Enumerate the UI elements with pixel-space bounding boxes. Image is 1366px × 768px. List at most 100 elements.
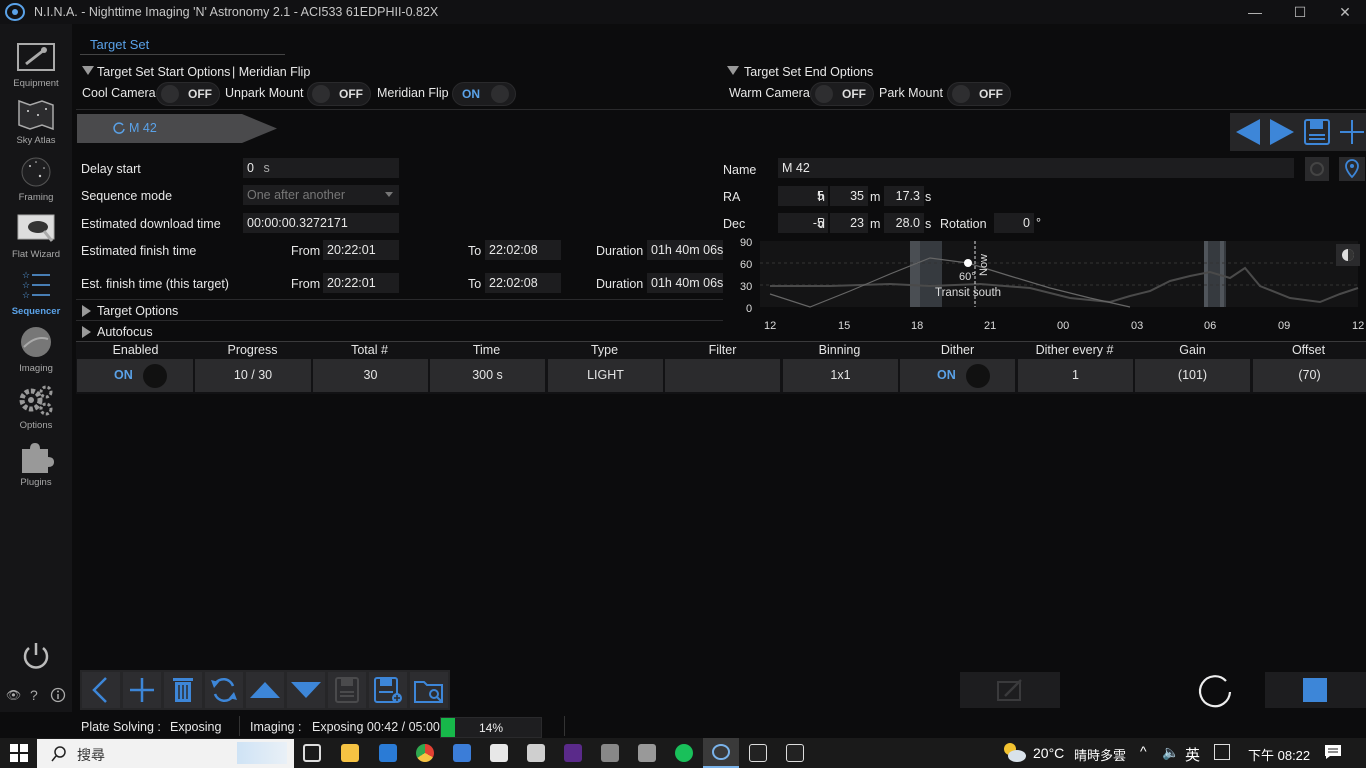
x-tick: 06	[1204, 320, 1216, 332]
eye-icon[interactable]: 👁	[6, 688, 21, 702]
stop-sequence-button[interactable]	[1265, 672, 1366, 708]
app-icon[interactable]	[490, 744, 508, 762]
park-mount-toggle[interactable]: OFF	[947, 82, 1011, 106]
table-cell-type[interactable]: LIGHT	[548, 359, 663, 392]
table-cell-offset[interactable]: (70)	[1253, 359, 1366, 392]
table-cell-enabled[interactable]: ON	[77, 359, 193, 392]
collapse-triangle-icon[interactable]	[82, 66, 94, 75]
sequence-mode-select[interactable]: One after another	[243, 185, 399, 205]
previous-target-button[interactable]	[1234, 117, 1262, 147]
expand-triangle-icon[interactable]	[82, 305, 91, 317]
sidebar-item-plugins[interactable]: Plugins	[0, 435, 72, 491]
dec-seconds-input[interactable]: 28.0	[884, 213, 924, 233]
maximize-button[interactable]: ☐	[1277, 0, 1323, 24]
collapse-triangle-icon[interactable]	[727, 66, 739, 75]
table-cell-gain[interactable]: (101)	[1135, 359, 1250, 392]
back-button[interactable]	[82, 672, 120, 708]
sidebar-item-framing[interactable]: Framing	[0, 150, 72, 206]
close-button[interactable]: ✕	[1322, 0, 1366, 24]
table-cell-dither[interactable]: ON	[900, 359, 1015, 392]
search-highlight-image	[237, 742, 287, 764]
dec-label: Dec	[723, 217, 746, 231]
table-cell-dither-every[interactable]: 1	[1018, 359, 1133, 392]
move-up-button[interactable]	[246, 672, 284, 708]
refresh-coords-button[interactable]	[1305, 157, 1329, 181]
target-tab-m42[interactable]: M 42	[77, 114, 277, 143]
table-cell-binning[interactable]: 1x1	[783, 359, 898, 392]
delay-start-input[interactable]: 0 s	[243, 158, 399, 178]
notepad-icon[interactable]	[453, 744, 471, 762]
autofocus-header[interactable]: Autofocus	[97, 325, 153, 339]
triangle-down-icon	[291, 682, 321, 698]
add-row-button[interactable]	[123, 672, 161, 708]
dec-minutes-input[interactable]: 23	[830, 213, 868, 233]
x-tick: 15	[838, 320, 850, 332]
table-cell-filter[interactable]	[665, 359, 780, 392]
moon-phase-button[interactable]	[1336, 244, 1360, 266]
weather-text[interactable]: 晴時多雲	[1074, 745, 1126, 764]
speaker-icon[interactable]: 🔈	[1162, 744, 1179, 761]
weather-temp[interactable]: 20°C	[1033, 745, 1064, 761]
reset-progress-button[interactable]	[205, 672, 243, 708]
ra-minutes-input[interactable]: 35	[830, 186, 868, 206]
plate-solving-status: Exposing	[170, 720, 222, 734]
notifications-icon[interactable]	[1324, 744, 1342, 760]
chrome-icon[interactable]	[416, 744, 434, 762]
cool-camera-toggle[interactable]: OFF	[156, 82, 220, 106]
location-button[interactable]	[1339, 157, 1365, 181]
app-icon[interactable]	[527, 744, 545, 762]
windows-start-button[interactable]	[10, 744, 28, 762]
save-as-button[interactable]	[369, 672, 407, 708]
app-icon[interactable]	[601, 744, 619, 762]
ime-indicator[interactable]: 英	[1185, 744, 1200, 765]
sequence-edit-button[interactable]	[960, 672, 1060, 708]
sidebar-item-imaging[interactable]: Imaging	[0, 321, 72, 377]
sidebar-item-sky-atlas[interactable]: Sky Atlas	[0, 93, 72, 149]
meridian-flip-toggle[interactable]: ON	[452, 82, 516, 106]
table-cell-time[interactable]: 300 s	[430, 359, 545, 392]
taskbar-clock[interactable]: 下午 08:22	[1248, 745, 1310, 764]
end-options-header[interactable]: Target Set End Options	[744, 65, 873, 79]
phd2-icon[interactable]	[675, 744, 693, 762]
app-icon[interactable]	[379, 744, 397, 762]
expand-triangle-icon[interactable]	[82, 326, 91, 338]
weather-icon[interactable]	[1000, 740, 1028, 764]
move-down-button[interactable]	[287, 672, 325, 708]
delete-row-button[interactable]	[164, 672, 202, 708]
nina-taskbar-button[interactable]	[703, 738, 739, 768]
table-cell-progress: 10 / 30	[195, 359, 311, 392]
target-options-header[interactable]: Target Options	[97, 304, 178, 318]
stellarium-icon[interactable]	[564, 744, 582, 762]
help-icon[interactable]: ?	[30, 687, 42, 703]
ime-mode-icon[interactable]	[1214, 744, 1230, 760]
imaging-label: Imaging :	[250, 720, 302, 734]
power-button[interactable]	[20, 640, 52, 672]
taskbar-search-box[interactable]: 搜尋	[37, 739, 294, 768]
rotation-input[interactable]: 0	[994, 213, 1034, 233]
warm-camera-toggle[interactable]: OFF	[810, 82, 874, 106]
add-target-button[interactable]	[1338, 118, 1366, 146]
app-icon[interactable]	[638, 744, 656, 762]
info-icon[interactable]	[50, 687, 66, 703]
unpark-mount-toggle[interactable]: OFF	[307, 82, 371, 106]
ra-seconds-input[interactable]: 17.3	[884, 186, 924, 206]
column-header-dither: Dither	[940, 343, 975, 357]
task-view-icon[interactable]	[303, 744, 321, 762]
minimize-button[interactable]: —	[1232, 0, 1278, 24]
save-target-button[interactable]	[1304, 118, 1330, 146]
sidebar-item-sequencer[interactable]: ☆ ☆ ☆ Sequencer	[0, 264, 72, 320]
tab-target-set[interactable]: Target Set	[90, 37, 149, 52]
app-icon[interactable]	[786, 744, 804, 762]
next-target-button[interactable]	[1268, 117, 1296, 147]
save-sequence-button[interactable]	[328, 672, 366, 708]
sidebar-item-flat-wizard[interactable]: Flat Wizard	[0, 207, 72, 263]
sidebar-item-equipment[interactable]: Equipment	[0, 36, 72, 92]
file-explorer-icon[interactable]	[341, 744, 359, 762]
target-name-input[interactable]: M 42	[778, 158, 1294, 178]
sidebar-item-options[interactable]: Options	[0, 378, 72, 434]
tray-chevron-up-icon[interactable]: ^	[1140, 743, 1147, 759]
load-sequence-button[interactable]	[410, 672, 448, 708]
start-options-header[interactable]: Target Set Start Options	[97, 65, 230, 79]
app-icon[interactable]	[749, 744, 767, 762]
table-cell-total[interactable]: 30	[313, 359, 428, 392]
